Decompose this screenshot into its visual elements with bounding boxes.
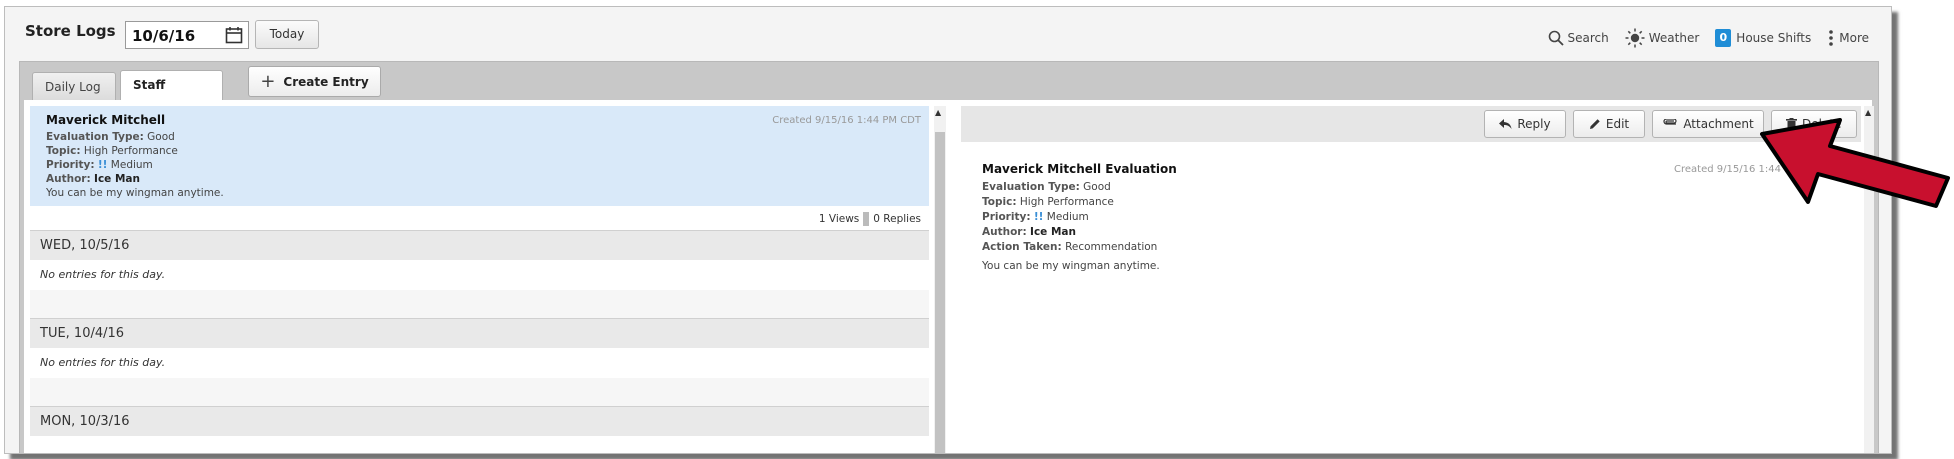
house-shifts-label: House Shifts (1736, 31, 1812, 45)
detail-priority: Priority: !! Medium (982, 211, 1089, 223)
field-label: Author: (982, 226, 1027, 238)
journal-list: Maverick Mitchell Created 9/15/16 1:44 P… (30, 106, 929, 453)
field-value: Good (1083, 181, 1111, 193)
create-entry-button[interactable]: + Create Entry (248, 66, 381, 97)
header-actions: Search Weather 0 House Shifts More (1532, 27, 1869, 49)
priority-icon: !! (97, 159, 108, 171)
reply-label: Reply (1517, 117, 1551, 131)
weather-label: Weather (1648, 31, 1700, 45)
list-scrollbar[interactable]: ▲ (934, 106, 946, 453)
plus-icon: + (260, 71, 276, 92)
field-value: Recommendation (1065, 241, 1158, 253)
detail-toolbar: Reply Edit Attachment (961, 106, 1861, 142)
more-action[interactable]: More (1827, 29, 1869, 47)
entry-name: Maverick Mitchell (46, 113, 166, 127)
today-button[interactable]: Today (255, 20, 319, 49)
tab-staff-journal[interactable]: Staff Journal (120, 70, 223, 120)
field-label: Topic: (982, 196, 1017, 208)
page-title: Store Logs (25, 22, 116, 40)
entry-stats-row: 1 Views 0 Replies (30, 206, 929, 230)
detail-title: Maverick Mitchell Evaluation (982, 162, 1177, 176)
field-label: Evaluation Type: (46, 131, 144, 143)
house-shifts-action[interactable]: 0 House Shifts (1715, 29, 1811, 47)
field-value: Ice Man (1030, 226, 1076, 238)
field-value: Medium (110, 159, 153, 171)
day-spacer (30, 378, 929, 406)
search-action[interactable]: Search (1548, 30, 1609, 46)
field-label: Topic: (46, 145, 81, 157)
reply-icon (1499, 118, 1512, 129)
attachment-button[interactable]: Attachment (1652, 110, 1764, 138)
scrollbar-thumb[interactable] (935, 132, 945, 453)
house-shifts-count-badge: 0 (1715, 29, 1732, 47)
day-header: TUE, 10/4/16 (30, 318, 929, 348)
app-window: Store Logs 10/6/16 Today Search Weather … (4, 6, 1892, 454)
field-label: Priority: (982, 211, 1031, 223)
sun-icon (1625, 28, 1645, 48)
top-bar: Store Logs 10/6/16 Today Search Weather … (5, 7, 1891, 61)
calendar-icon[interactable] (225, 26, 243, 44)
field-label: Action Taken: (982, 241, 1062, 253)
field-value: Medium (1046, 211, 1089, 223)
pencil-icon (1589, 119, 1600, 129)
detail-topic: Topic: High Performance (982, 196, 1114, 208)
views-count: 1 Views (818, 213, 860, 225)
no-entries-text: No entries for this day. (40, 356, 166, 369)
entry-created-timestamp: Created 9/15/16 1:44 PM CDT (772, 115, 921, 126)
priority-icon: !! (1033, 211, 1044, 223)
search-icon (1548, 30, 1564, 46)
entry-author: Author: Ice Man (46, 173, 140, 185)
detail-evaluation-type: Evaluation Type: Good (982, 181, 1111, 193)
replies-count: 0 Replies (873, 213, 921, 225)
entry-stats: 1 Views 0 Replies (819, 212, 921, 226)
day-spacer (30, 290, 929, 318)
scroll-up-icon[interactable]: ▲ (935, 108, 941, 117)
stats-divider (863, 212, 870, 226)
date-value[interactable]: 10/6/16 (132, 27, 195, 45)
edit-button[interactable]: Edit (1573, 110, 1645, 138)
search-label: Search (1567, 31, 1609, 45)
day-header: MON, 10/3/16 (30, 406, 929, 436)
field-label: Author: (46, 173, 91, 185)
detail-author: Author: Ice Man (982, 226, 1076, 238)
field-label: Evaluation Type: (982, 181, 1080, 193)
entry-topic: Topic: High Performance (46, 145, 178, 157)
detail-note: You can be my wingman anytime. (982, 260, 1160, 272)
callout-arrow-icon (1760, 118, 1950, 208)
field-label: Priority: (46, 159, 95, 171)
field-value: Good (147, 131, 175, 143)
more-label: More (1839, 31, 1869, 45)
entry-detail-panel: Reply Edit Attachment Maverick Mitchell … (961, 106, 1861, 453)
entry-priority: Priority: !! Medium (46, 159, 153, 171)
work-area: Daily Log Staff Journal + Create Entry M… (19, 61, 1879, 453)
edit-label: Edit (1605, 117, 1630, 131)
reply-button[interactable]: Reply (1484, 110, 1566, 138)
list-item-selected[interactable]: Maverick Mitchell Created 9/15/16 1:44 P… (30, 106, 929, 206)
field-value: High Performance (1019, 196, 1114, 208)
create-entry-label: Create Entry (283, 74, 369, 89)
field-value: High Performance (83, 145, 178, 157)
field-value: Ice Man (94, 173, 140, 185)
paperclip-icon (1663, 119, 1677, 125)
entry-evaluation-type: Evaluation Type: Good (46, 131, 175, 143)
entry-note: You can be my wingman anytime. (46, 187, 224, 199)
tab-daily-log[interactable]: Daily Log (32, 72, 116, 100)
day-header: WED, 10/5/16 (30, 230, 929, 260)
attachment-label: Attachment (1683, 117, 1754, 131)
weather-action[interactable]: Weather (1625, 28, 1700, 48)
date-picker-input[interactable]: 10/6/16 (125, 21, 249, 49)
no-entries-text: No entries for this day. (40, 268, 166, 281)
vertical-dots-icon (1829, 30, 1834, 46)
detail-action-taken: Action Taken: Recommendation (982, 241, 1157, 253)
